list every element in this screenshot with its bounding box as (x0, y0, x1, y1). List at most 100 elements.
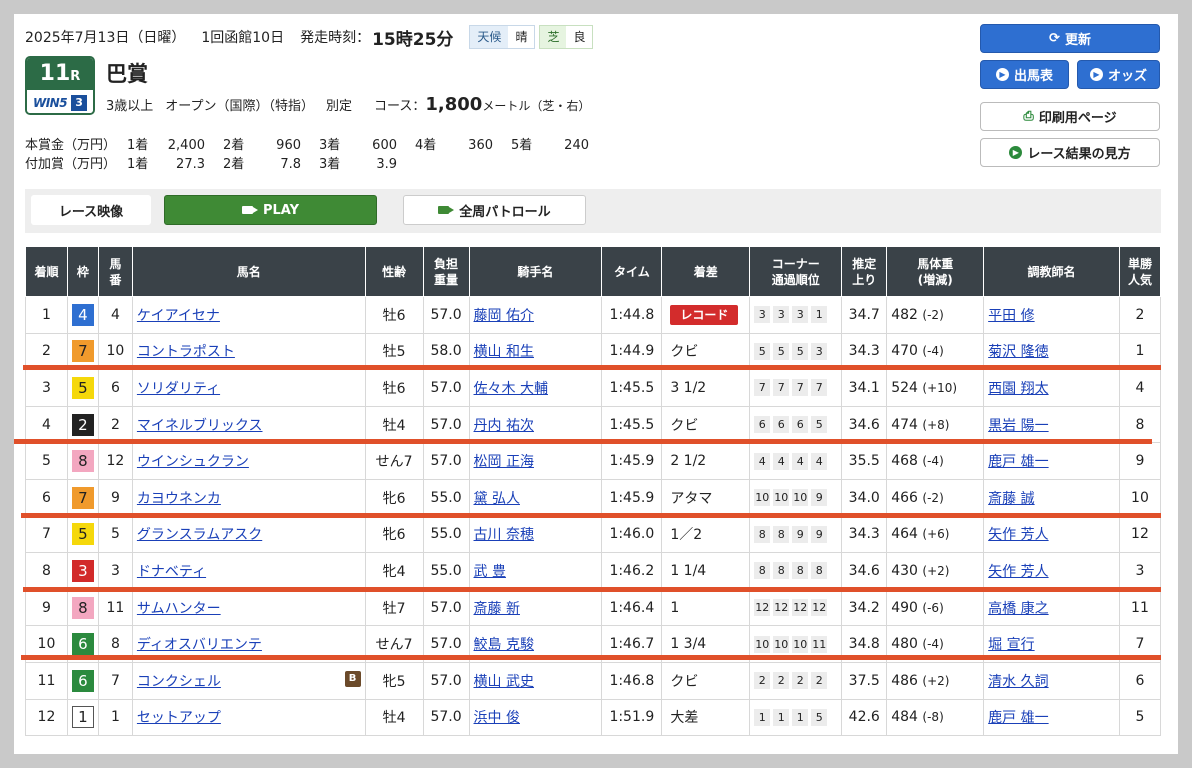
horse-name-link[interactable]: コントラポスト (137, 344, 235, 360)
jockey-link[interactable]: 松岡 正海 (474, 454, 534, 470)
horse-number: 2 (97, 405, 133, 444)
margin-text: クビ (670, 344, 699, 361)
extra-prize-label: 付加賞（万円） (25, 157, 117, 172)
sex-age: 牡7 (364, 588, 424, 627)
sex-age: せん7 (364, 442, 424, 480)
finish-time: 1:45.5 (601, 369, 663, 407)
corner-position: 4 (754, 452, 771, 470)
race-meeting: 1回函館10日 (201, 30, 285, 46)
play-button[interactable]: PLAY (164, 195, 377, 225)
corner-positions: 12 12 12 12 (754, 599, 828, 617)
last-3f: 42.6 (841, 698, 888, 737)
entries-button[interactable]: ▶ 出馬表 (980, 60, 1069, 89)
update-button[interactable]: ⟳ 更新 (980, 24, 1160, 53)
jockey-link[interactable]: 藤岡 佑介 (474, 308, 534, 324)
margin-cell: 3 1/2 (661, 369, 751, 407)
frame-cell: 3 (66, 552, 99, 590)
trainer-link[interactable]: 高橋 康之 (988, 601, 1048, 617)
trainer-link[interactable]: 平田 修 (988, 308, 1034, 324)
body-weight: 486 (+2) (886, 661, 985, 700)
last-3f: 34.7 (841, 296, 888, 334)
corner-positions: 10 10 10 9 (754, 489, 828, 507)
finish-time: 1:46.4 (601, 588, 663, 627)
horse-name-link[interactable]: マイネルブリックス (137, 418, 263, 434)
corner-position: 2 (792, 672, 809, 690)
corner-position: 12 (811, 599, 828, 617)
prize-value: 240 (564, 138, 589, 153)
trainer-link[interactable]: 鹿戸 雄一 (988, 710, 1048, 726)
trainer-link[interactable]: 鹿戸 雄一 (988, 454, 1048, 470)
odds-button[interactable]: ▶ オッズ (1077, 60, 1160, 89)
corner-position: 8 (773, 562, 790, 580)
horse-name-link[interactable]: ケイアイセナ (137, 308, 220, 324)
trainer-link[interactable]: 堀 宣行 (988, 637, 1034, 653)
horse-number: 1 (97, 698, 133, 737)
body-weight: 490 (-6) (886, 588, 985, 627)
jockey-link[interactable]: 丹内 祐次 (474, 418, 534, 434)
corner-cell: 4444 (749, 442, 843, 480)
frame-cell: 6 (66, 661, 99, 700)
horse-name-link[interactable]: サムハンター (137, 601, 221, 617)
horse-name-link[interactable]: コンクシェル (137, 674, 221, 690)
corner-position: 4 (792, 452, 809, 470)
jockey-link[interactable]: 古川 奈穂 (474, 527, 534, 543)
trainer-link[interactable]: 西園 翔太 (988, 381, 1048, 397)
corner-positions: 8888 (754, 562, 828, 580)
margin-cell: 1 1/4 (661, 552, 751, 590)
table-row: 8 3 3 ドナベティ 牝4 55.0 武 豊 1:46.2 1 1/4 8 8 8 8 34.6 430 … (25, 552, 1162, 590)
jockey-link[interactable]: 浜中 俊 (474, 710, 520, 726)
jockey-link[interactable]: 横山 和生 (474, 344, 534, 360)
corner-cell: 1115 (749, 698, 843, 737)
table-row: 6 7 9 カヨウネンカ 牝6 55.0 黛 弘人 1:45.9 アタマ 10 10 10 9 34.0 4… (25, 478, 1162, 517)
jockey-link[interactable]: 黛 弘人 (474, 491, 520, 507)
trainer-cell: 斎藤 誠 (983, 478, 1120, 517)
last-3f: 34.6 (841, 552, 888, 590)
horse-name-link[interactable]: ソリダリティ (137, 381, 220, 397)
trainer-link[interactable]: 菊沢 隆徳 (988, 344, 1048, 360)
trainer-link[interactable]: 清水 久詞 (988, 674, 1048, 690)
prize-value: 3.9 (376, 157, 397, 172)
margin-cell: アタマ (661, 478, 751, 517)
horse-name-link[interactable]: カヨウネンカ (137, 491, 221, 507)
prize-place: 3着 (319, 138, 341, 153)
horse-name-link[interactable]: グランスラムアスク (137, 527, 262, 543)
print-page-button[interactable]: ⎙ 印刷用ページ (980, 102, 1160, 131)
patrol-video-button[interactable]: 全周パトロール (403, 195, 586, 225)
finish-position: 6 (25, 478, 68, 517)
horse-name-link[interactable]: ドナベティ (137, 564, 206, 580)
corner-position: 10 (792, 489, 809, 507)
entries-label: 出馬表 (1013, 69, 1053, 84)
horse-name-link[interactable]: ウインシュクラン (137, 454, 249, 470)
jockey-link[interactable]: 斎藤 新 (474, 601, 520, 617)
col-frame: 枠 (66, 246, 99, 297)
trainer-link[interactable]: 黒岩 陽一 (988, 418, 1048, 434)
jockey-link[interactable]: 横山 武史 (474, 674, 534, 690)
print-label: 印刷用ページ (1038, 111, 1117, 126)
corner-position: 3 (754, 306, 771, 324)
trainer-link[interactable]: 矢作 芳人 (988, 564, 1048, 580)
corner-position: 6 (792, 416, 809, 434)
last-3f: 34.3 (841, 515, 888, 554)
corner-position: 4 (811, 452, 828, 470)
annotation-red-line (23, 365, 1161, 370)
trainer-link[interactable]: 斎藤 誠 (988, 491, 1034, 507)
body-weight-diff: (+6) (922, 527, 950, 542)
body-weight-diff: (-6) (922, 600, 944, 615)
jockey-link[interactable]: 佐々木 大輔 (474, 381, 548, 397)
horse-name-link[interactable]: ディオスバリエンテ (137, 637, 262, 653)
frame-badge: 4 (71, 303, 94, 326)
chevron-right-icon: ▶ (995, 68, 1009, 81)
horse-name-link[interactable]: セットアップ (137, 710, 221, 726)
jockey-link[interactable]: 武 豊 (474, 564, 506, 580)
trainer-link[interactable]: 矢作 芳人 (988, 527, 1048, 543)
corner-position: 3 (811, 342, 828, 360)
result-guide-button[interactable]: ▶ レース結果の見方 (980, 138, 1160, 167)
corner-position: 3 (792, 306, 809, 324)
body-weight-value: 466 (891, 489, 918, 506)
race-number-badge: 11R WIN5 3 (25, 56, 95, 115)
frame-badge: 8 (71, 596, 94, 619)
track-label: 芝 (540, 26, 567, 48)
jockey-link[interactable]: 鮫島 克駿 (474, 637, 534, 653)
finish-time: 1:46.8 (601, 661, 663, 700)
win-popularity: 3 (1118, 552, 1162, 590)
